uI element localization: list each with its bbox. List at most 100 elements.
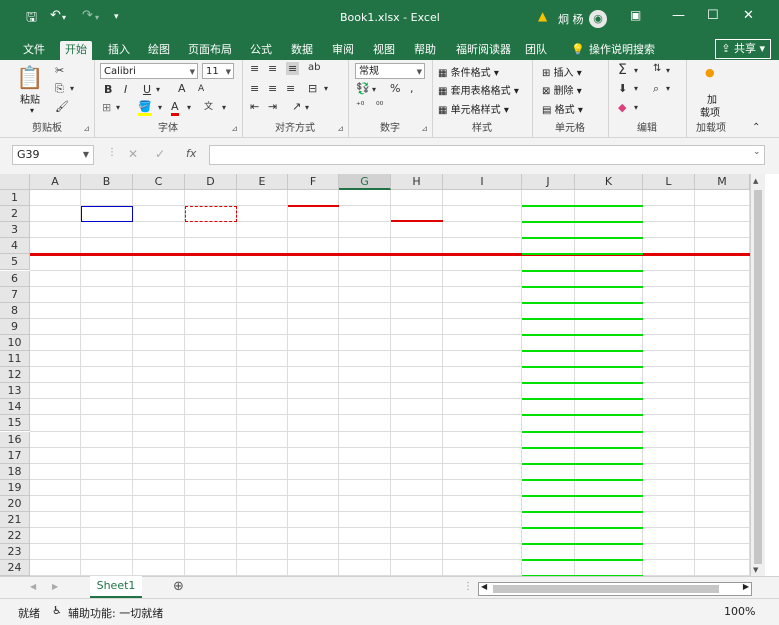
cancel-formula-icon[interactable]: ✕ [128,147,138,161]
enter-formula-icon[interactable]: ✓ [155,147,165,161]
row-header-3[interactable]: 3 [0,222,30,239]
next-sheet-icon[interactable]: ▶ [52,582,58,591]
column-header-g[interactable]: G [339,174,391,190]
fill-color-icon[interactable]: 🪣 [138,100,152,116]
scroll-right-icon[interactable]: ▶ [743,582,749,591]
increase-indent-icon[interactable]: ⇥ [268,100,277,113]
column-header-b[interactable]: B [81,174,133,190]
row-header-23[interactable]: 23 [0,544,30,561]
orientation-dropdown-icon[interactable]: ▾ [305,103,309,112]
column-header-k[interactable]: K [575,174,643,190]
column-header-a[interactable]: A [30,174,81,190]
decrease-indent-icon[interactable]: ⇤ [250,100,259,113]
tab-formulas[interactable]: 公式 [245,41,277,60]
share-button[interactable]: ⇪ 共享 ▾ [715,39,771,59]
accessibility-status[interactable]: 辅助功能: 一切就绪 [68,605,163,621]
tab-file[interactable]: 文件 [18,41,50,60]
column-header-c[interactable]: C [133,174,185,190]
sort-filter-dropdown-icon[interactable]: ▾ [666,66,670,75]
autosum-icon[interactable]: Σ [618,62,627,78]
insert-function-button[interactable]: fx [186,147,196,160]
fill-icon[interactable]: ⬇ [618,82,627,95]
alignment-launcher-icon[interactable]: ⊿ [337,124,344,133]
number-format-select[interactable]: 常规 ▼ [355,63,425,79]
comma-style-button[interactable]: , [410,82,414,95]
paste-dropdown-icon[interactable]: ▾ [30,106,34,115]
increase-decimal-icon[interactable]: ⁺⁰ [356,101,364,111]
font-color-dropdown-icon[interactable]: ▾ [187,103,191,112]
row-header-6[interactable]: 6 [0,270,30,287]
tab-review[interactable]: 审阅 [327,41,359,60]
clipboard-launcher-icon[interactable]: ⊿ [83,124,90,133]
font-name-select[interactable]: Calibri ▼ [100,63,198,79]
zoom-level[interactable]: 100% [724,605,755,618]
row-header-19[interactable]: 19 [0,479,30,496]
row-header-17[interactable]: 17 [0,447,30,464]
merge-dropdown-icon[interactable]: ▾ [324,84,328,93]
undo-dropdown-icon[interactable]: ▾ [62,13,66,22]
row-header-14[interactable]: 14 [0,399,30,416]
align-center-icon[interactable]: ≡ [268,82,277,95]
grow-font-button[interactable]: A [178,82,186,95]
minimize-icon[interactable]: — [672,8,685,23]
maximize-icon[interactable]: ☐ [707,8,719,23]
column-header-i[interactable]: I [443,174,522,190]
worksheet-grid[interactable]: ABCDEFGHIJKLM 1 2 3 4 5 6 7 8 9 10 11 12 13 14 15 16 17 1… [0,174,779,576]
accounting-dropdown-icon[interactable]: ▾ [372,85,376,94]
row-header-10[interactable]: 10 [0,334,30,351]
find-select-icon[interactable]: ⌕ [653,82,659,96]
column-header-d[interactable]: D [185,174,237,190]
phonetic-icon[interactable]: 文 [204,99,213,112]
tab-home[interactable]: 开始 [60,41,92,60]
horizontal-scroll-thumb[interactable] [493,585,719,593]
scroll-left-icon[interactable]: ◀ [481,582,487,591]
name-box[interactable]: G39 ▼ [12,145,94,165]
undo-icon[interactable]: ↶ [50,8,61,23]
scroll-down-icon[interactable]: ▼ [753,566,758,574]
borders-dropdown-icon[interactable]: ▾ [116,103,120,112]
merge-center-icon[interactable]: ⊟ [308,82,317,95]
decrease-decimal-icon[interactable]: ⁰⁰ [376,101,383,111]
tell-me-search[interactable]: 操作说明搜索 [584,41,660,60]
font-color-icon[interactable]: A [171,100,179,116]
row-header-24[interactable]: 24 [0,560,30,576]
formula-input[interactable] [209,145,765,165]
vertical-scrollbar[interactable]: ▲ ▼ [750,174,765,576]
row-header-12[interactable]: 12 [0,367,30,384]
tab-draw[interactable]: 绘图 [143,41,175,60]
horizontal-scrollbar[interactable]: ◀ ▶ [478,582,752,596]
tab-page-layout[interactable]: 页面布局 [183,41,237,60]
cut-icon[interactable]: ✂ [55,64,64,77]
sheet-tab-sheet1[interactable]: Sheet1 [90,576,142,598]
align-left-icon[interactable]: ≡ [250,82,259,95]
delete-cells-button[interactable]: ⊠ 删除 ▾ [542,82,582,97]
underline-button[interactable]: U [143,83,151,96]
align-top-icon[interactable]: ≡ [250,62,259,75]
row-header-8[interactable]: 8 [0,302,30,319]
row-header-20[interactable]: 20 [0,495,30,512]
row-header-15[interactable]: 15 [0,415,30,432]
row-header-13[interactable]: 13 [0,383,30,400]
shrink-font-button[interactable]: A [198,84,204,94]
redo-dropdown-icon[interactable]: ▾ [95,13,99,22]
save-icon[interactable]: 🖫 [26,8,37,30]
italic-button[interactable]: I [124,83,127,96]
borders-icon[interactable]: ⊞ [102,101,111,114]
column-header-l[interactable]: L [643,174,695,190]
column-header-f[interactable]: F [288,174,339,190]
plus-icon[interactable]: ⊕ [173,579,184,594]
sort-filter-icon[interactable]: ⇅ [653,63,661,74]
font-size-select[interactable]: 11 ▼ [202,63,234,79]
row-header-7[interactable]: 7 [0,286,30,303]
align-right-icon[interactable]: ≡ [286,82,295,95]
find-dropdown-icon[interactable]: ▾ [666,84,670,93]
clear-dropdown-icon[interactable]: ▾ [634,103,638,112]
expand-formula-icon[interactable]: ⌄ [753,147,761,157]
column-header-e[interactable]: E [237,174,288,190]
vertical-scroll-thumb[interactable] [754,190,762,564]
addins-button-line2[interactable]: 载项 [700,104,720,119]
bold-button[interactable]: B [104,83,112,96]
row-header-18[interactable]: 18 [0,463,30,480]
split-handle-icon[interactable]: ⋮ [463,581,473,592]
percent-style-button[interactable]: % [390,82,400,95]
